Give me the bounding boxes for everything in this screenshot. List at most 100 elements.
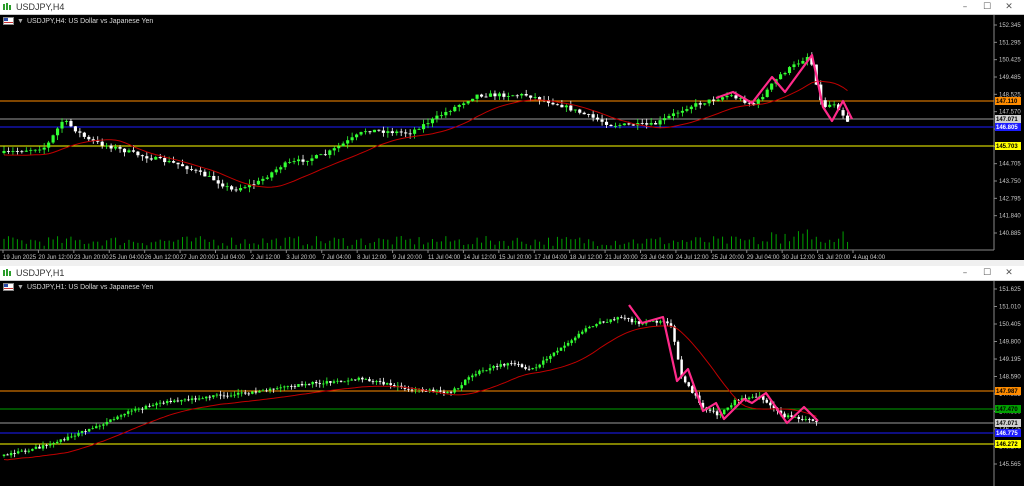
candlestick-plot-h1[interactable]: 151.625 151.010 150.405 149.800 149.195 148.5…: [0, 281, 1024, 486]
maximize-button[interactable]: ☐: [976, 0, 998, 14]
candle-body: [244, 392, 247, 394]
candle-body: [577, 333, 580, 338]
candle-body: [552, 352, 556, 356]
candle-body: [600, 119, 604, 122]
candle-body: [165, 400, 169, 404]
candle-body: [598, 321, 602, 325]
candle-body: [80, 431, 84, 434]
candle-body: [582, 112, 586, 115]
candle-body: [353, 379, 357, 381]
candle-body: [726, 407, 729, 410]
candle-body: [841, 110, 845, 116]
candle-body: [283, 386, 286, 388]
time-axis-label: 9 Jul 20:00: [393, 255, 423, 260]
candle-body: [738, 98, 742, 100]
candle-body: [375, 381, 378, 383]
candle-body: [149, 158, 153, 160]
candle-body: [708, 409, 712, 411]
price-chart-h1[interactable]: ▼ USDJPY,H1: US Dollar vs Japanese Yen 1…: [0, 281, 1024, 486]
candle-body: [20, 151, 24, 153]
time-axis-label: 17 Jul 04:00: [534, 255, 567, 260]
candle-body: [627, 318, 630, 319]
window-title: USDJPY,H1: [16, 268, 65, 278]
candle-body: [645, 123, 649, 125]
candle-body: [265, 390, 268, 392]
minimize-button[interactable]: –: [954, 266, 976, 280]
candle-body: [385, 383, 389, 385]
candle-body: [82, 132, 86, 137]
candle-body: [481, 370, 485, 372]
candle-body: [439, 115, 443, 117]
candle-body: [410, 389, 414, 391]
candle-body: [158, 402, 162, 404]
time-axis-label: 25 Jul 20:00: [711, 255, 744, 260]
time-axis-label: 23 Jul 04:00: [641, 255, 674, 260]
candle-body: [765, 89, 769, 98]
candle-body: [225, 186, 229, 188]
time-axis-label: 23 Jun 20:00: [74, 255, 109, 260]
candlestick-plot-h4[interactable]: 152.345151.295150.425149.485148.525147.5…: [0, 15, 1024, 260]
candle-body: [42, 147, 46, 150]
candle-body: [466, 101, 470, 104]
close-button[interactable]: ✕: [998, 0, 1020, 14]
candle-body: [64, 120, 69, 122]
window-titlebar[interactable]: USDJPY,H4 – ☐ ✕: [0, 0, 1024, 15]
candle-body: [687, 382, 690, 387]
candle-body: [747, 397, 751, 400]
candle-body: [467, 377, 471, 380]
candle-body: [513, 363, 517, 365]
chart-window-h1[interactable]: USDJPY,H1 – ☐ ✕ ▼ USDJPY,H1: US Dollar v…: [0, 266, 1024, 486]
candle-body: [630, 318, 634, 323]
candle-body: [78, 131, 82, 133]
price-chart-h4[interactable]: ▼ USDJPY,H4: US Dollar vs Japanese Yen 1…: [0, 15, 1024, 260]
candle-body: [823, 100, 827, 107]
candle-body: [118, 147, 122, 149]
close-button[interactable]: ✕: [998, 266, 1020, 280]
candle-body: [453, 106, 457, 112]
candle-body: [444, 111, 448, 116]
candle-body: [66, 436, 70, 441]
candle-body: [212, 175, 216, 181]
candle-body: [155, 403, 158, 406]
price-tag-label: 146.805: [996, 125, 1018, 131]
candle-body: [386, 131, 390, 133]
candle-body: [154, 157, 158, 160]
price-axis-label: 149.800: [999, 340, 1021, 346]
candle-body: [389, 383, 392, 386]
candle-body: [38, 149, 42, 151]
candle-body: [222, 395, 226, 397]
price-tag-label: 147.071: [996, 117, 1018, 123]
candle-body: [238, 188, 243, 191]
candle-body: [499, 364, 502, 367]
candle-body: [236, 392, 240, 395]
window-titlebar[interactable]: USDJPY,H1 – ☐ ✕: [0, 266, 1024, 281]
candle-body: [559, 347, 563, 351]
candle-body: [430, 118, 435, 124]
candle-body: [545, 358, 549, 361]
candle-body: [341, 143, 345, 147]
time-axis-label: 7 Jul 04:00: [322, 255, 352, 260]
candle-body: [587, 114, 591, 116]
candle-body: [314, 155, 318, 159]
candle-body: [127, 150, 131, 153]
minimize-button[interactable]: –: [954, 0, 976, 14]
candle-body: [372, 129, 377, 133]
candle-body: [478, 370, 481, 375]
candle-body: [605, 322, 609, 323]
candle-body: [591, 114, 595, 118]
candle-body: [208, 396, 212, 398]
candle-body: [787, 67, 792, 73]
candle-body: [654, 123, 658, 125]
candle-body: [190, 398, 194, 401]
candle-body: [151, 405, 155, 407]
candle-body: [796, 63, 801, 65]
candle-body: [517, 364, 520, 366]
candle-body: [404, 132, 408, 134]
time-axis-label: 20 Jun 12:00: [38, 255, 73, 260]
candle-body: [659, 321, 662, 323]
maximize-button[interactable]: ☐: [976, 266, 998, 280]
candle-body: [240, 392, 243, 394]
candle-body: [258, 390, 261, 393]
candle-body: [716, 99, 720, 101]
chart-window-h4[interactable]: USDJPY,H4 – ☐ ✕ ▼ USDJPY,H4: US Dollar v…: [0, 0, 1024, 260]
